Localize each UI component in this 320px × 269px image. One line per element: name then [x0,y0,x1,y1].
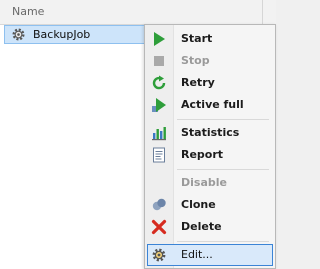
grid-header: Name [0,0,276,25]
menu-item-label: Clone [181,198,216,211]
menu-item-clone[interactable]: Clone [147,194,273,216]
column-header-name[interactable]: Name [12,5,44,18]
menu-item-label: Active full [181,98,244,111]
column-separator[interactable] [262,0,263,24]
menu-separator [177,169,269,170]
menu-separator [177,119,269,120]
menu-item-delete[interactable]: Delete [147,216,273,238]
retry-icon [152,75,166,90]
statistics-icon [152,127,166,141]
menu-item-label: Statistics [181,126,240,139]
menu-item-label: Delete [181,220,222,233]
active-full-icon [152,98,166,112]
menu-item-label: Report [181,148,224,161]
menu-item-start[interactable]: Start [147,28,273,50]
menu-item-disable[interactable]: Disable [147,172,273,194]
menu-separator [177,241,269,242]
menu-item-label: Retry [181,76,215,89]
report-icon [153,147,165,163]
job-name: BackupJob [33,28,91,41]
stop-icon [154,56,164,66]
gear-icon [152,248,166,262]
menu-item-report[interactable]: Report [147,144,273,166]
menu-item-active-full[interactable]: Active full [147,94,273,116]
play-icon [154,32,165,46]
menu-item-label: Disable [181,176,227,189]
menu-item-edit[interactable]: Edit... [147,244,273,266]
menu-item-label: Start [181,32,213,45]
delete-icon [151,219,167,235]
menu-item-stop[interactable]: Stop [147,50,273,72]
job-row-backupjob[interactable]: BackupJob [4,25,146,44]
menu-item-label: Edit... [181,248,213,261]
menu-item-label: Stop [181,54,210,67]
clone-icon [152,198,166,211]
menu-item-statistics[interactable]: Statistics [147,122,273,144]
gear-icon [12,28,25,41]
menu-item-retry[interactable]: Retry [147,72,273,94]
context-menu: Start Stop Retry Active full Statistics [144,24,276,269]
